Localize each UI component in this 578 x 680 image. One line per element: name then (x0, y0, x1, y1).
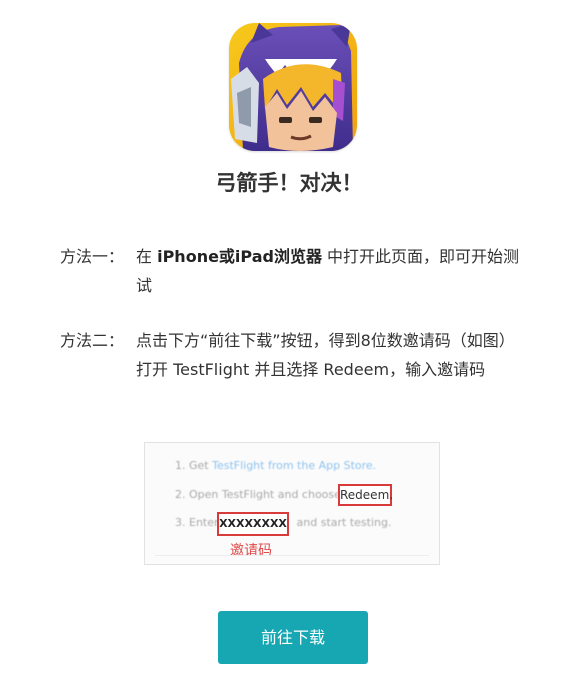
example-step-1: 1. Get TestFlight from the App Store. (175, 459, 376, 472)
invite-code-caption: 邀请码 (230, 543, 272, 559)
testflight-invite-page: 弓箭手！对决！ 方法一： 在 iPhone或iPad浏览器 中打开此页面，即可开… (0, 0, 578, 680)
method-two-text: 点击下方“前往下载”按钮，得到8位数邀请码（如图）打开 TestFlight 并… (136, 331, 515, 379)
app-title: 弓箭手！对决！ (215, 171, 363, 195)
method-one-label: 方法一： (60, 247, 125, 266)
invite-code-box: XXXXXXXX (217, 512, 289, 536)
example-step-3-prefix: 3. Enter (175, 516, 219, 529)
method-one-text: 在 iPhone或iPad浏览器 中打开此页面，即可开始测试 (136, 242, 530, 300)
example-divider (155, 555, 429, 556)
example-step-2: 2. Open TestFlight and choose (175, 488, 341, 501)
example-step-1-prefix: 1. Get (175, 459, 213, 472)
method-two: 方法二： 点击下方“前往下载”按钮，得到8位数邀请码（如图）打开 TestFli… (60, 326, 530, 384)
example-step-1-link: TestFlight from the App Store. (212, 459, 377, 472)
app-icon (229, 23, 357, 151)
redeem-highlight-box: Redeem. (338, 484, 393, 506)
method-one-highlight: iPhone或iPad浏览器 (157, 247, 322, 266)
redeem-example-image: 1. Get TestFlight from the App Store. 2.… (144, 442, 440, 565)
method-one: 方法一： 在 iPhone或iPad浏览器 中打开此页面，即可开始测试 (60, 242, 530, 300)
example-step-3-suffix: and start testing. (296, 516, 392, 529)
method-two-label: 方法二： (60, 331, 125, 350)
go-download-button[interactable]: 前往下载 (218, 611, 368, 664)
